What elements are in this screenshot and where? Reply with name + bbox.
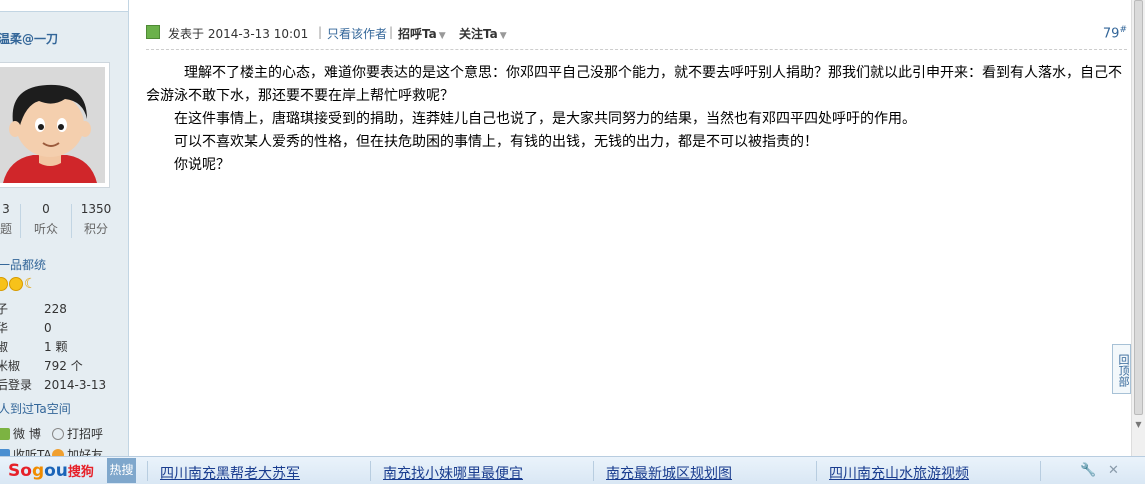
weibo-label: 微 博: [13, 427, 41, 441]
moon-icon: ☾: [24, 275, 37, 292]
stat-divider: [20, 204, 21, 238]
info-value: 1 颗: [44, 340, 68, 354]
caret-down-icon: ▼: [499, 31, 507, 41]
info-row-millet-pepper: 米椒 792 个: [0, 357, 83, 374]
only-author-link[interactable]: 只看该作者: [327, 25, 387, 42]
info-value: 792 个: [44, 359, 83, 373]
stat-threads-label: 题: [0, 222, 12, 236]
medals: ☾: [0, 276, 39, 292]
floor-number-link[interactable]: 79#: [1103, 25, 1127, 41]
logo-part: 搜狗: [67, 465, 94, 480]
username-link[interactable]: 温柔@一刀: [0, 30, 58, 47]
info-key: 子: [0, 300, 44, 317]
hot-search-link[interactable]: 四川南充山水旅游视频: [829, 463, 969, 483]
listen-button[interactable]: 收听TA: [0, 446, 52, 456]
info-value: 0: [44, 321, 52, 335]
info-row-digest: 华0: [0, 319, 52, 336]
post-paragraph: 在这件事情上，唐璐琪接受到的捐助，连莽娃儿自己也说了，是大家共同努力的结果，当然…: [174, 111, 916, 127]
stat-points-label: 积分: [83, 222, 108, 236]
scroll-down-arrow-icon[interactable]: ▼: [1132, 418, 1145, 432]
visited-space-link[interactable]: 人到过Ta空间: [0, 400, 71, 417]
follow-ta-label: 关注Ta: [459, 27, 498, 41]
medal-icon: [9, 276, 23, 291]
floor-number: 79: [1102, 26, 1120, 42]
logo-part: g: [31, 461, 45, 481]
scrollbar-thumb[interactable]: [1134, 0, 1143, 415]
greet-ta-menu[interactable]: 招呼Ta ▼: [398, 25, 446, 42]
greet-button[interactable]: 打招呼: [52, 425, 103, 442]
wrench-icon[interactable]: 🔧: [1080, 463, 1096, 478]
bar-divider: [593, 461, 594, 481]
header-divider: [146, 49, 1127, 51]
stat-listeners-value: 0: [42, 202, 50, 216]
logo-part: ou: [44, 461, 68, 481]
add-friend-button[interactable]: 加好友: [52, 446, 103, 456]
add-friend-label: 加好友: [67, 448, 104, 456]
greet-ta-label: 招呼Ta: [398, 27, 437, 41]
post-paragraph: 理解不了楼主的心态，难道你要表达的是这个意思：你邓四平自己没那个能力，就不要去呼…: [146, 65, 1122, 104]
stat-threads-value: 3: [2, 202, 10, 216]
back-to-top-button[interactable]: 回顶部: [1112, 344, 1131, 394]
hot-search-link[interactable]: 南充找小妹哪里最便宜: [383, 463, 523, 483]
info-row-pepper: 椒1 颗: [0, 338, 67, 355]
avatar-image: [0, 67, 105, 183]
info-key: 米椒: [0, 359, 21, 373]
close-icon[interactable]: ✕: [1108, 463, 1119, 478]
sidebar-top-border: [0, 0, 128, 12]
stat-divider: [71, 204, 72, 238]
weibo-icon: [0, 428, 10, 440]
vertical-scrollbar[interactable]: ▼: [1131, 0, 1145, 456]
info-key: 椒: [0, 338, 44, 355]
bar-divider: [147, 461, 148, 481]
stat-threads[interactable]: 3 题: [0, 202, 16, 237]
header-separator: |: [389, 25, 394, 39]
follow-ta-menu[interactable]: 关注Ta ▼: [459, 25, 507, 42]
info-row-posts: 子228: [0, 300, 67, 317]
weibo-button[interactable]: 微 博: [0, 425, 41, 442]
user-group-link[interactable]: 一品都统: [0, 256, 46, 273]
post-content: 理解不了楼主的心态，难道你要表达的是这个意思：你邓四平自己没那个能力，就不要去呼…: [146, 62, 1131, 177]
info-key: 后登录: [0, 378, 33, 392]
logo-part: So: [8, 461, 32, 481]
post-paragraph: 你说呢？: [174, 157, 230, 173]
info-key: 华: [0, 319, 44, 336]
user-sidebar: 温柔@一刀 3 题 0 听众 1350 积分 一品都统 ☾ 228 0 1 颗 …: [0, 0, 129, 456]
listen-icon: [0, 449, 10, 456]
stat-points-value: 1350: [80, 202, 112, 216]
caret-down-icon: ▼: [438, 31, 446, 41]
hot-search-link[interactable]: 四川南充黑帮老大苏军: [160, 463, 300, 483]
sogou-hot-search-bar: Sogou搜狗 热搜 四川南充黑帮老大苏军 南充找小妹哪里最便宜 南充最新城区规…: [0, 456, 1145, 484]
info-value: 228: [44, 302, 67, 316]
info-row-last-login: 后登录 2014-3-13: [0, 376, 106, 393]
stat-listeners[interactable]: 0 听众: [24, 202, 68, 237]
bar-divider: [1040, 461, 1041, 481]
avatar[interactable]: [0, 62, 110, 188]
stat-points[interactable]: 1350 积分: [74, 202, 118, 237]
header-separator: |: [318, 25, 323, 39]
floor-mark: #: [1119, 25, 1127, 35]
hot-search-tag: 热搜: [107, 458, 136, 483]
listen-label: 收听TA: [13, 448, 52, 456]
hot-search-link[interactable]: 南充最新城区规划图: [606, 463, 732, 483]
medal-icon: [0, 276, 8, 291]
cartoon-boy-avatar-icon: [0, 67, 105, 183]
bar-divider: [816, 461, 817, 481]
user-stats: 3 题 0 听众 1350 积分: [0, 202, 128, 242]
bar-divider: [370, 461, 371, 481]
stat-listeners-label: 听众: [33, 222, 58, 236]
post-paragraph: 可以不喜欢某人爱秀的性格，但在扶危助困的事情上，有钱的出钱，无钱的出力，都是不可…: [174, 134, 818, 150]
post-header: 发表于 2014-3-13 10:01 | 只看该作者 | 招呼Ta ▼ 关注Ta…: [146, 22, 1127, 42]
hand-icon: [52, 428, 64, 440]
sogou-logo[interactable]: Sogou搜狗: [8, 461, 94, 483]
post-time: 发表于 2014-3-13 10:01: [168, 27, 309, 41]
greet-label: 打招呼: [67, 427, 104, 441]
online-status-icon: [146, 25, 160, 39]
info-value: 2014-3-13: [44, 378, 107, 392]
add-friend-icon: [52, 449, 64, 456]
